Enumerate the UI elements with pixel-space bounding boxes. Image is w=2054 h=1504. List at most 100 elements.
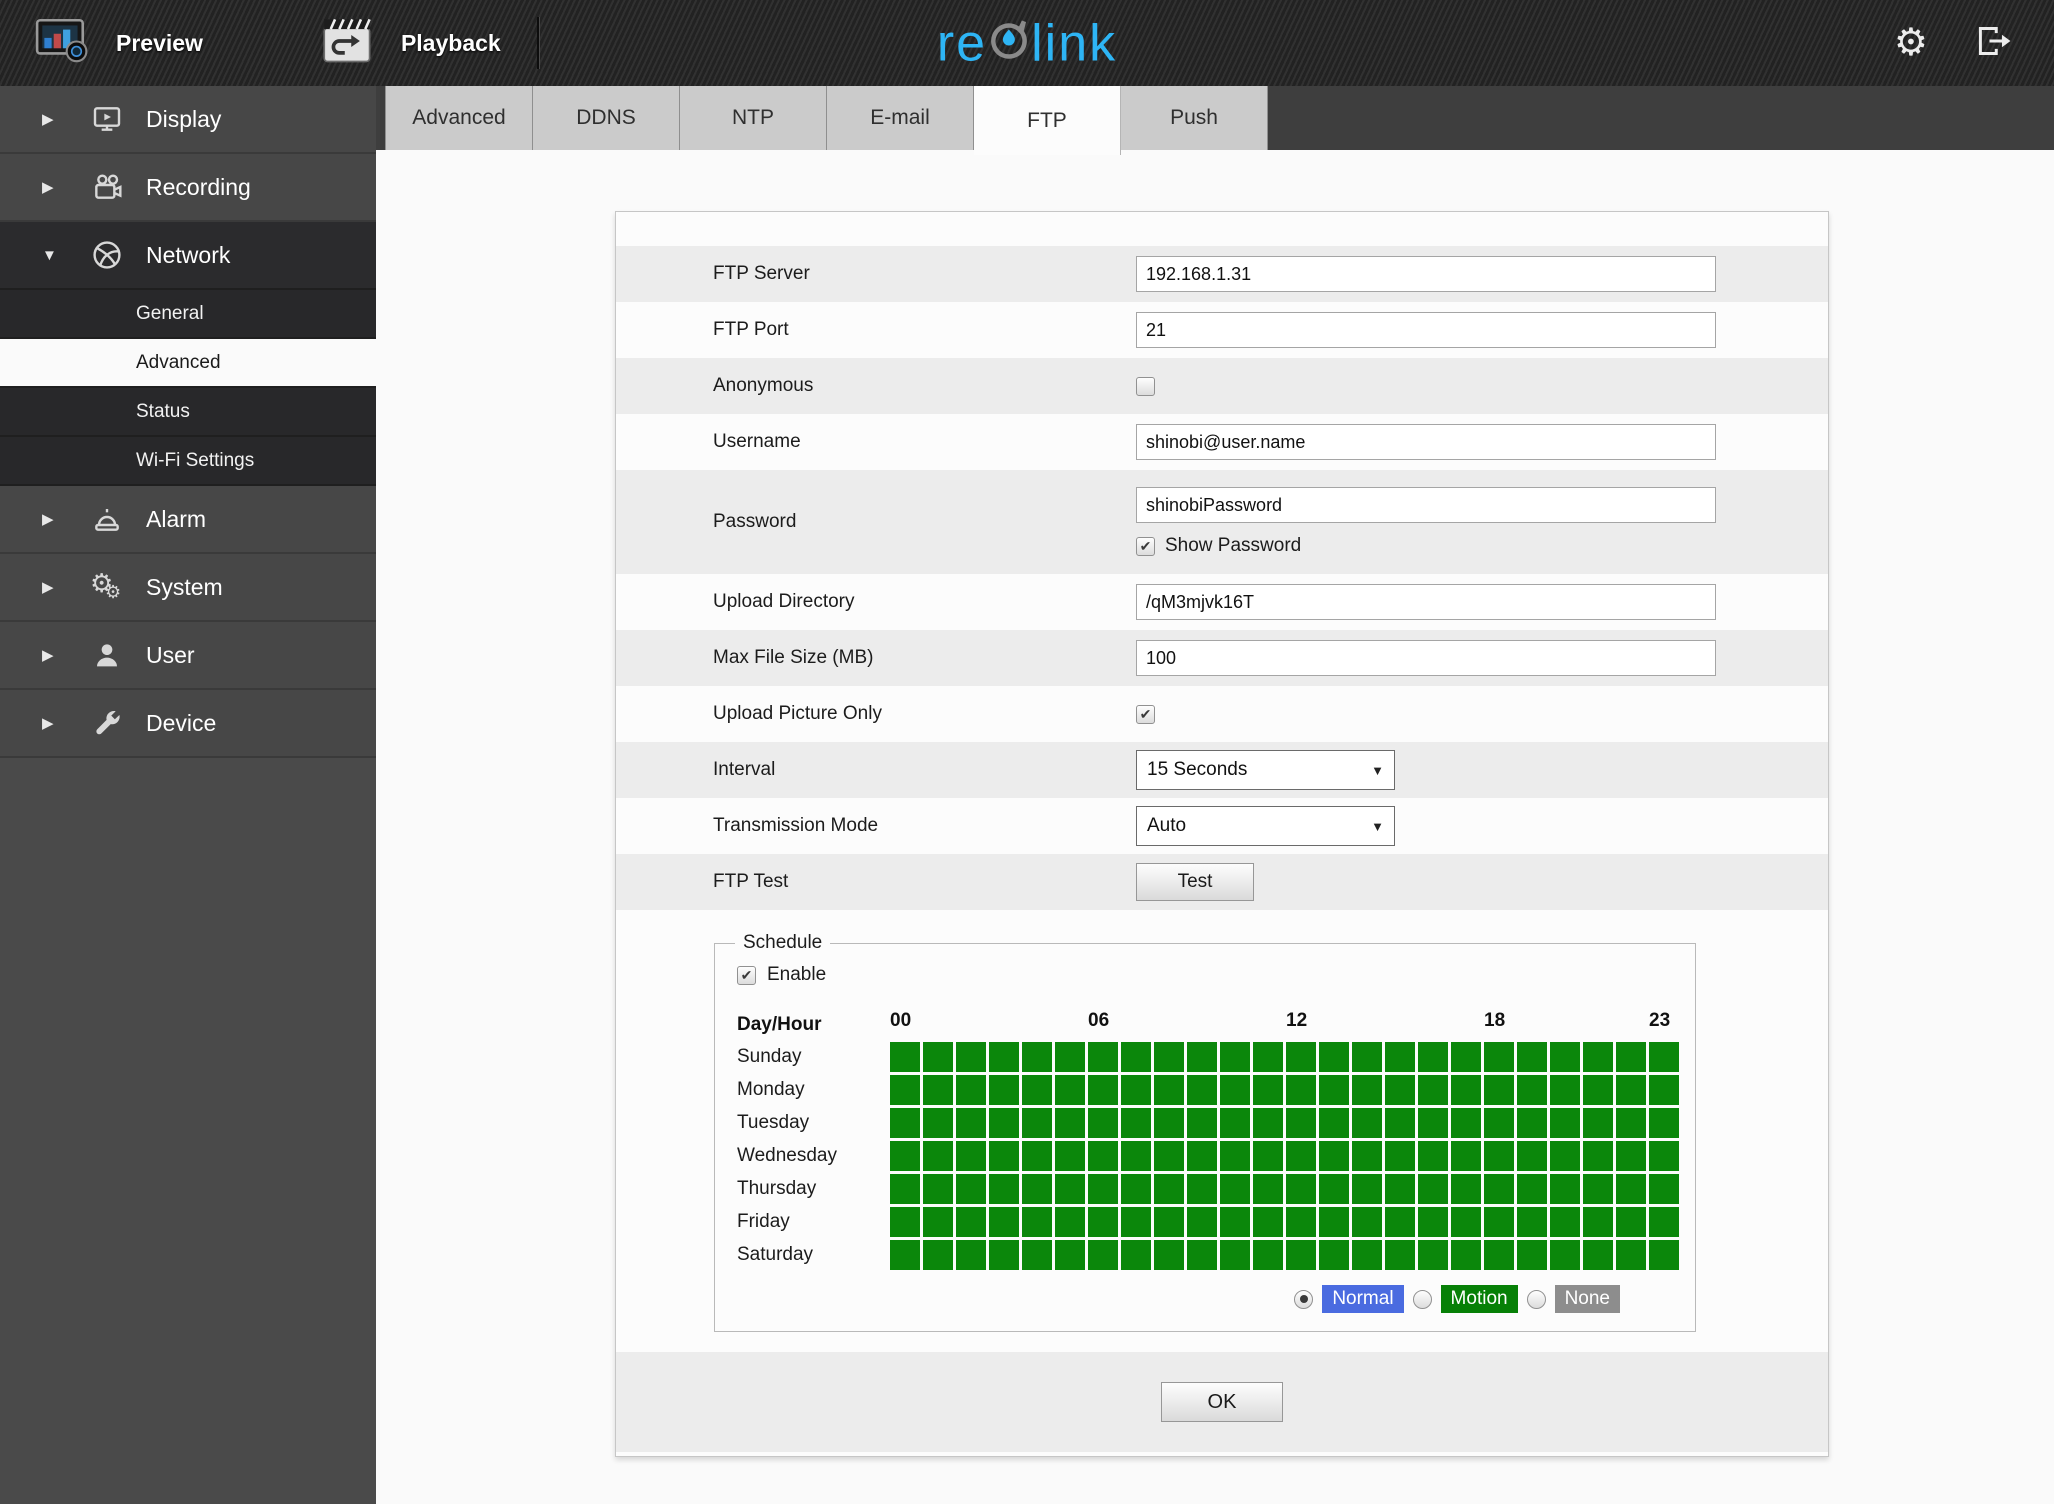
sidebar-item-system[interactable]: ▶ ⚙ ⚙ System xyxy=(0,554,376,622)
schedule-cell-friday-12[interactable] xyxy=(1286,1207,1316,1237)
schedule-cell-tuesday-23[interactable] xyxy=(1649,1108,1679,1138)
schedule-cell-wednesday-17[interactable] xyxy=(1451,1141,1481,1171)
sidebar-subitem-wi-fi-settings[interactable]: Wi-Fi Settings xyxy=(0,437,376,486)
sidebar-item-user[interactable]: ▶ User xyxy=(0,622,376,690)
schedule-cell-friday-17[interactable] xyxy=(1451,1207,1481,1237)
schedule-cell-thursday-13[interactable] xyxy=(1319,1174,1349,1204)
schedule-cell-monday-17[interactable] xyxy=(1451,1075,1481,1105)
schedule-cell-monday-13[interactable] xyxy=(1319,1075,1349,1105)
schedule-cell-friday-9[interactable] xyxy=(1187,1207,1217,1237)
schedule-cell-friday-8[interactable] xyxy=(1154,1207,1184,1237)
schedule-cell-wednesday-22[interactable] xyxy=(1616,1141,1646,1171)
schedule-cell-friday-0[interactable] xyxy=(890,1207,920,1237)
schedule-cell-friday-10[interactable] xyxy=(1220,1207,1250,1237)
schedule-cell-sunday-18[interactable] xyxy=(1484,1042,1514,1072)
schedule-cell-sunday-22[interactable] xyxy=(1616,1042,1646,1072)
schedule-cell-monday-23[interactable] xyxy=(1649,1075,1679,1105)
sidebar-item-device[interactable]: ▶ Device xyxy=(0,690,376,758)
schedule-cell-friday-11[interactable] xyxy=(1253,1207,1283,1237)
schedule-cell-saturday-2[interactable] xyxy=(956,1240,986,1270)
ftp-test-button[interactable]: Test xyxy=(1136,863,1254,901)
gear-icon[interactable]: ⚙ xyxy=(1894,24,1928,62)
schedule-cell-friday-19[interactable] xyxy=(1517,1207,1547,1237)
schedule-cell-monday-14[interactable] xyxy=(1352,1075,1382,1105)
schedule-cell-thursday-20[interactable] xyxy=(1550,1174,1580,1204)
schedule-cell-saturday-12[interactable] xyxy=(1286,1240,1316,1270)
sidebar-item-network[interactable]: ▼ Network xyxy=(0,222,376,290)
schedule-cell-wednesday-7[interactable] xyxy=(1121,1141,1151,1171)
sidebar-subitem-status[interactable]: Status xyxy=(0,388,376,437)
schedule-cell-monday-10[interactable] xyxy=(1220,1075,1250,1105)
schedule-cell-tuesday-15[interactable] xyxy=(1385,1108,1415,1138)
tab-ftp[interactable]: FTP xyxy=(974,86,1121,155)
schedule-cell-monday-5[interactable] xyxy=(1055,1075,1085,1105)
schedule-cell-thursday-23[interactable] xyxy=(1649,1174,1679,1204)
schedule-cell-tuesday-19[interactable] xyxy=(1517,1108,1547,1138)
schedule-cell-wednesday-18[interactable] xyxy=(1484,1141,1514,1171)
schedule-cell-monday-9[interactable] xyxy=(1187,1075,1217,1105)
schedule-cell-friday-23[interactable] xyxy=(1649,1207,1679,1237)
schedule-cell-tuesday-14[interactable] xyxy=(1352,1108,1382,1138)
username-field[interactable] xyxy=(1136,424,1716,460)
schedule-cell-sunday-17[interactable] xyxy=(1451,1042,1481,1072)
schedule-cell-monday-16[interactable] xyxy=(1418,1075,1448,1105)
schedule-cell-sunday-7[interactable] xyxy=(1121,1042,1151,1072)
schedule-cell-tuesday-4[interactable] xyxy=(1022,1108,1052,1138)
schedule-cell-sunday-9[interactable] xyxy=(1187,1042,1217,1072)
schedule-cell-thursday-21[interactable] xyxy=(1583,1174,1613,1204)
schedule-cell-saturday-0[interactable] xyxy=(890,1240,920,1270)
schedule-cell-sunday-23[interactable] xyxy=(1649,1042,1679,1072)
max-file-size-field[interactable] xyxy=(1136,640,1716,676)
schedule-cell-monday-20[interactable] xyxy=(1550,1075,1580,1105)
schedule-cell-monday-12[interactable] xyxy=(1286,1075,1316,1105)
sidebar-item-recording[interactable]: ▶ Recording xyxy=(0,154,376,222)
mode-radio-normal[interactable] xyxy=(1294,1289,1314,1309)
schedule-cell-saturday-16[interactable] xyxy=(1418,1240,1448,1270)
schedule-cell-thursday-0[interactable] xyxy=(890,1174,920,1204)
schedule-cell-tuesday-18[interactable] xyxy=(1484,1108,1514,1138)
sidebar-item-alarm[interactable]: ▶ Alarm xyxy=(0,486,376,554)
schedule-cell-sunday-1[interactable] xyxy=(923,1042,953,1072)
schedule-cell-tuesday-11[interactable] xyxy=(1253,1108,1283,1138)
schedule-cell-saturday-5[interactable] xyxy=(1055,1240,1085,1270)
schedule-cell-monday-21[interactable] xyxy=(1583,1075,1613,1105)
schedule-cell-thursday-4[interactable] xyxy=(1022,1174,1052,1204)
schedule-cell-sunday-16[interactable] xyxy=(1418,1042,1448,1072)
schedule-cell-friday-22[interactable] xyxy=(1616,1207,1646,1237)
schedule-cell-thursday-19[interactable] xyxy=(1517,1174,1547,1204)
schedule-cell-saturday-18[interactable] xyxy=(1484,1240,1514,1270)
schedule-cell-thursday-3[interactable] xyxy=(989,1174,1019,1204)
schedule-cell-thursday-18[interactable] xyxy=(1484,1174,1514,1204)
schedule-cell-friday-1[interactable] xyxy=(923,1207,953,1237)
schedule-cell-monday-2[interactable] xyxy=(956,1075,986,1105)
schedule-cell-tuesday-1[interactable] xyxy=(923,1108,953,1138)
tab-push[interactable]: Push xyxy=(1121,86,1268,150)
playback-nav-button[interactable]: Playback xyxy=(321,16,501,71)
schedule-cell-wednesday-12[interactable] xyxy=(1286,1141,1316,1171)
interval-select[interactable]: 15 Seconds ▼ xyxy=(1136,750,1395,790)
schedule-cell-tuesday-22[interactable] xyxy=(1616,1108,1646,1138)
schedule-cell-friday-6[interactable] xyxy=(1088,1207,1118,1237)
schedule-cell-friday-15[interactable] xyxy=(1385,1207,1415,1237)
schedule-cell-saturday-6[interactable] xyxy=(1088,1240,1118,1270)
schedule-cell-monday-4[interactable] xyxy=(1022,1075,1052,1105)
schedule-cell-saturday-8[interactable] xyxy=(1154,1240,1184,1270)
schedule-cell-saturday-9[interactable] xyxy=(1187,1240,1217,1270)
ok-button[interactable]: OK xyxy=(1161,1382,1283,1422)
sidebar-item-display[interactable]: ▶ Display xyxy=(0,86,376,154)
schedule-cell-sunday-10[interactable] xyxy=(1220,1042,1250,1072)
schedule-cell-friday-2[interactable] xyxy=(956,1207,986,1237)
schedule-cell-friday-7[interactable] xyxy=(1121,1207,1151,1237)
schedule-cell-friday-16[interactable] xyxy=(1418,1207,1448,1237)
schedule-cell-friday-21[interactable] xyxy=(1583,1207,1613,1237)
schedule-cell-sunday-3[interactable] xyxy=(989,1042,1019,1072)
schedule-cell-thursday-14[interactable] xyxy=(1352,1174,1382,1204)
schedule-cell-sunday-4[interactable] xyxy=(1022,1042,1052,1072)
schedule-cell-wednesday-8[interactable] xyxy=(1154,1141,1184,1171)
schedule-cell-thursday-16[interactable] xyxy=(1418,1174,1448,1204)
schedule-cell-tuesday-6[interactable] xyxy=(1088,1108,1118,1138)
schedule-cell-sunday-12[interactable] xyxy=(1286,1042,1316,1072)
mode-label-none[interactable]: None xyxy=(1554,1285,1620,1313)
schedule-cell-saturday-3[interactable] xyxy=(989,1240,1019,1270)
mode-radio-motion[interactable] xyxy=(1412,1289,1432,1309)
